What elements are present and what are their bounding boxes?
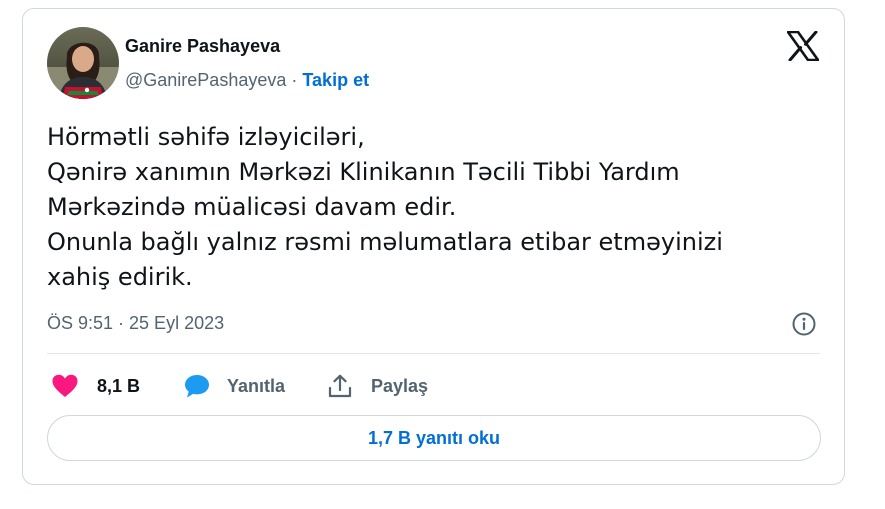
author-name[interactable]: Ganire Pashayeva: [125, 36, 280, 57]
share-icon: [328, 374, 352, 398]
tweet-line: Hörmətli səhifə izləyiciləri,: [47, 123, 365, 151]
handle-row: @GanirePashayeva · Takip et: [125, 70, 369, 91]
separator-dot: ·: [291, 70, 298, 90]
like-count: 8,1 B: [97, 375, 141, 396]
tweet-card: Ganire Pashayeva @GanirePashayeva · Taki…: [22, 8, 845, 485]
tweet-line: xahiş edirik.: [47, 263, 193, 291]
author-handle[interactable]: @GanirePashayeva: [125, 70, 286, 90]
avatar-image: [47, 27, 119, 99]
read-replies-button[interactable]: 1,7 B yanıtı oku: [47, 415, 821, 461]
like-button[interactable]: 8,1 B: [51, 371, 140, 401]
reply-label: Yanıtla: [227, 375, 286, 396]
info-icon[interactable]: [791, 311, 817, 337]
heart-icon: [52, 374, 78, 397]
avatar[interactable]: [47, 27, 119, 99]
follow-button[interactable]: Takip et: [302, 70, 369, 90]
tweet-timestamp[interactable]: ÖS 9:51 · 25 Eyl 2023: [47, 313, 224, 334]
reply-button[interactable]: Yanıtla: [183, 371, 285, 401]
divider: [47, 353, 820, 354]
share-button[interactable]: Paylaş: [327, 371, 428, 401]
tweet-line: Mərkəzində müalicəsi davam edir.: [47, 193, 457, 221]
tweet-line: Onunla bağlı yalnız rəsmi məlumatlara et…: [47, 228, 723, 256]
tweet-text: Hörmətli səhifə izləyiciləri, Qənirə xan…: [47, 120, 817, 295]
x-logo-icon[interactable]: [786, 30, 820, 62]
share-label: Paylaş: [371, 375, 429, 396]
speech-bubble-icon: [185, 375, 209, 398]
tweet-line: Qənirə xanımın Mərkəzi Klinikanın Təcili…: [47, 158, 680, 186]
